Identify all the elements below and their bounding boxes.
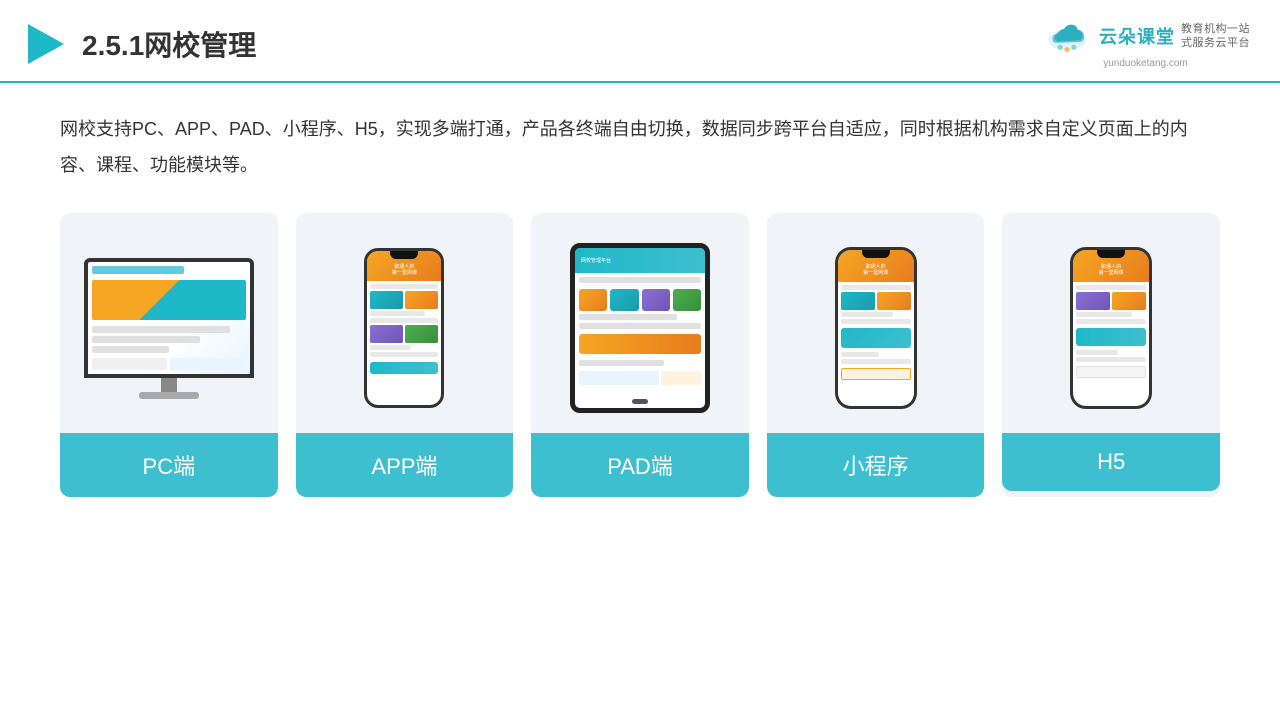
phone-notch <box>390 251 418 259</box>
card-pad: 网校管理平台 <box>531 213 749 497</box>
tablet-mockup: 网校管理平台 <box>570 243 710 413</box>
pc-mockup <box>84 258 254 399</box>
tablet-screen: 网校管理平台 <box>575 248 705 408</box>
brand-name: 云朵课堂 <box>1099 23 1175 49</box>
page-title: 2.5.1网校管理 <box>82 24 256 64</box>
brand-domain: yunduoketang.com <box>1103 58 1188 69</box>
card-app-image: 职通人的第一堂网课 <box>296 213 514 433</box>
card-app-label: APP端 <box>296 433 514 497</box>
monitor-frame <box>84 258 254 378</box>
page-header: 2.5.1网校管理 云朵课堂 教育机构一站 式服务云平台 yunduoketan… <box>0 0 1280 83</box>
description-text: 网校支持PC、APP、PAD、小程序、H5，实现多端打通，产品各终端自由切换，数… <box>60 111 1220 183</box>
card-app: 职通人的第一堂网课 <box>296 213 514 497</box>
phone-notch-h5 <box>1097 250 1125 258</box>
header-left: 2.5.1网校管理 <box>20 20 256 68</box>
card-miniprogram-image: 职通人的第一堂网课 <box>767 213 985 433</box>
play-logo-icon <box>20 20 68 68</box>
card-pc: PC端 <box>60 213 278 497</box>
miniprogram-phone-mockup: 职通人的第一堂网课 <box>835 247 917 409</box>
app-phone-mockup: 职通人的第一堂网课 <box>364 248 444 408</box>
miniprogram-phone-screen: 职通人的第一堂网课 <box>838 250 914 406</box>
card-miniprogram: 职通人的第一堂网课 <box>767 213 985 497</box>
card-h5-label: H5 <box>1002 433 1220 491</box>
brand-logo: 云朵课堂 教育机构一站 式服务云平台 yunduoketang.com <box>1041 18 1250 69</box>
h5-phone-screen: 职通人的第一堂网课 <box>1073 250 1149 406</box>
monitor-screen <box>88 262 250 374</box>
card-h5-image: 职通人的第一堂网课 <box>1002 213 1220 433</box>
main-content: 网校支持PC、APP、PAD、小程序、H5，实现多端打通，产品各终端自由切换，数… <box>0 83 1280 517</box>
brand-tagline: 教育机构一站 <box>1181 22 1250 36</box>
app-phone-screen: 职通人的第一堂网课 <box>367 251 441 405</box>
device-cards-row: PC端 职通人的第一堂网课 <box>60 213 1220 497</box>
card-pc-image <box>60 213 278 433</box>
card-miniprogram-label: 小程序 <box>767 433 985 497</box>
cloud-logo-icon <box>1041 18 1093 54</box>
h5-phone-mockup: 职通人的第一堂网课 <box>1070 247 1152 409</box>
phone-notch-mini <box>862 250 890 258</box>
card-pad-image: 网校管理平台 <box>531 213 749 433</box>
card-h5: 职通人的第一堂网课 <box>1002 213 1220 497</box>
card-pc-label: PC端 <box>60 433 278 497</box>
card-pad-label: PAD端 <box>531 433 749 497</box>
brand-tagline2: 式服务云平台 <box>1181 36 1250 50</box>
